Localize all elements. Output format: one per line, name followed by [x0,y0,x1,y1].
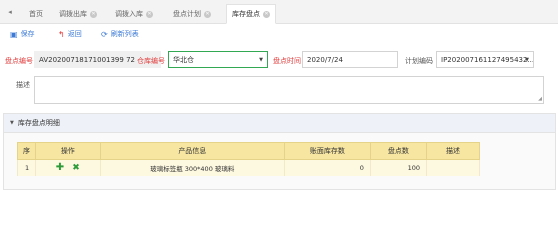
plan-value: IP202007161127495432... [441,55,534,64]
tab-label: 首页 [29,10,43,18]
back-arrow-icon: ↰ [58,29,65,39]
detail-grid: 序 操作 产品信息 账面库存数 盘点数 描述 1 ✚ ✖ 玻璃标签瓶 300*4… [17,142,481,176]
tab-transfer-in[interactable]: 调拨入库 ✕ [110,4,158,24]
refresh-label: 刷新列表 [110,30,139,38]
tab-label: 库存盘点 [232,10,260,18]
desc-textarea[interactable]: ◢ [34,76,544,104]
number-label: 盘点编号 [5,57,33,65]
col-header-action[interactable]: 操作 [35,142,101,160]
plan-select[interactable]: IP202007161127495432... ▼ [436,51,534,68]
col-header-index[interactable]: 序 [17,142,36,160]
tab-scroll-left-icon[interactable]: ◂ [0,0,20,24]
tab-transfer-out[interactable]: 调拨出库 ✕ [54,4,102,24]
time-value: 2020/7/24 [307,55,343,64]
resize-grip-icon[interactable]: ◢ [538,97,542,102]
back-label: 返回 [67,30,82,38]
chevron-down-icon: ▼ [259,57,263,63]
collapse-triangle-icon[interactable]: ▼ [10,120,14,126]
save-label: 保存 [20,30,35,38]
tab-count-plan[interactable]: 盘点计划 ✕ [168,4,216,24]
panel-header[interactable]: ▼ 库存盘点明细 [4,114,555,133]
warehouse-label: 仓库编号 [137,57,165,65]
chevron-down-icon: ▼ [525,57,529,63]
col-header-product[interactable]: 产品信息 [99,142,286,160]
row-product[interactable]: 玻璃标签瓶 300*400 玻璃料 [99,159,286,176]
tab-bar: ◂ 首页 调拨出库 ✕ 调拨入库 ✕ 盘点计划 ✕ 库存盘点 ✕ [0,0,558,24]
time-field[interactable]: 2020/7/24 [302,51,398,68]
close-icon[interactable]: ✕ [263,10,270,18]
plan-label: 计划编码 [405,57,433,65]
refresh-list-button[interactable]: ⟳ 刷新列表 [101,27,139,41]
refresh-icon: ⟳ [101,29,108,39]
panel-title: 库存盘点明细 [17,119,60,127]
time-label: 盘点时间 [273,57,301,65]
toolbar: ▣ 保存 ↰ 返回 ⟳ 刷新列表 [0,24,558,44]
col-header-desc[interactable]: 描述 [425,142,481,160]
warehouse-select[interactable]: 华北仓 ▼ [168,51,268,68]
close-icon[interactable]: ✕ [90,10,97,18]
tab-home[interactable]: 首页 [24,4,48,24]
delete-row-icon[interactable]: ✖ [72,163,80,173]
close-icon[interactable]: ✕ [146,10,153,18]
grid-header-row: 序 操作 产品信息 账面库存数 盘点数 描述 [17,142,481,160]
desc-label: 描述 [16,81,30,89]
warehouse-value: 华北仓 [173,55,194,64]
row-book-qty[interactable]: 0 [284,159,371,176]
close-icon[interactable]: ✕ [204,10,211,18]
number-value: AV20200718171001399 72 [39,55,135,64]
table-row[interactable]: 1 ✚ ✖ 玻璃标签瓶 300*400 玻璃料 0 100 [17,159,481,176]
tab-label: 调拨入库 [115,10,143,18]
row-index: 1 [17,159,36,176]
col-header-book-qty[interactable]: 账面库存数 [284,142,371,160]
tab-inventory-count[interactable]: 库存盘点 ✕ [226,4,276,24]
col-header-count-qty[interactable]: 盘点数 [369,142,427,160]
add-row-icon[interactable]: ✚ [56,162,64,173]
row-actions: ✚ ✖ [35,159,101,176]
tab-label: 调拨出库 [59,10,87,18]
save-icon: ▣ [10,29,18,39]
row-desc[interactable] [425,159,481,176]
tab-label: 盘点计划 [173,10,201,18]
save-button[interactable]: ▣ 保存 [10,27,35,41]
back-button[interactable]: ↰ 返回 [58,27,82,41]
row-count-qty[interactable]: 100 [369,159,427,176]
